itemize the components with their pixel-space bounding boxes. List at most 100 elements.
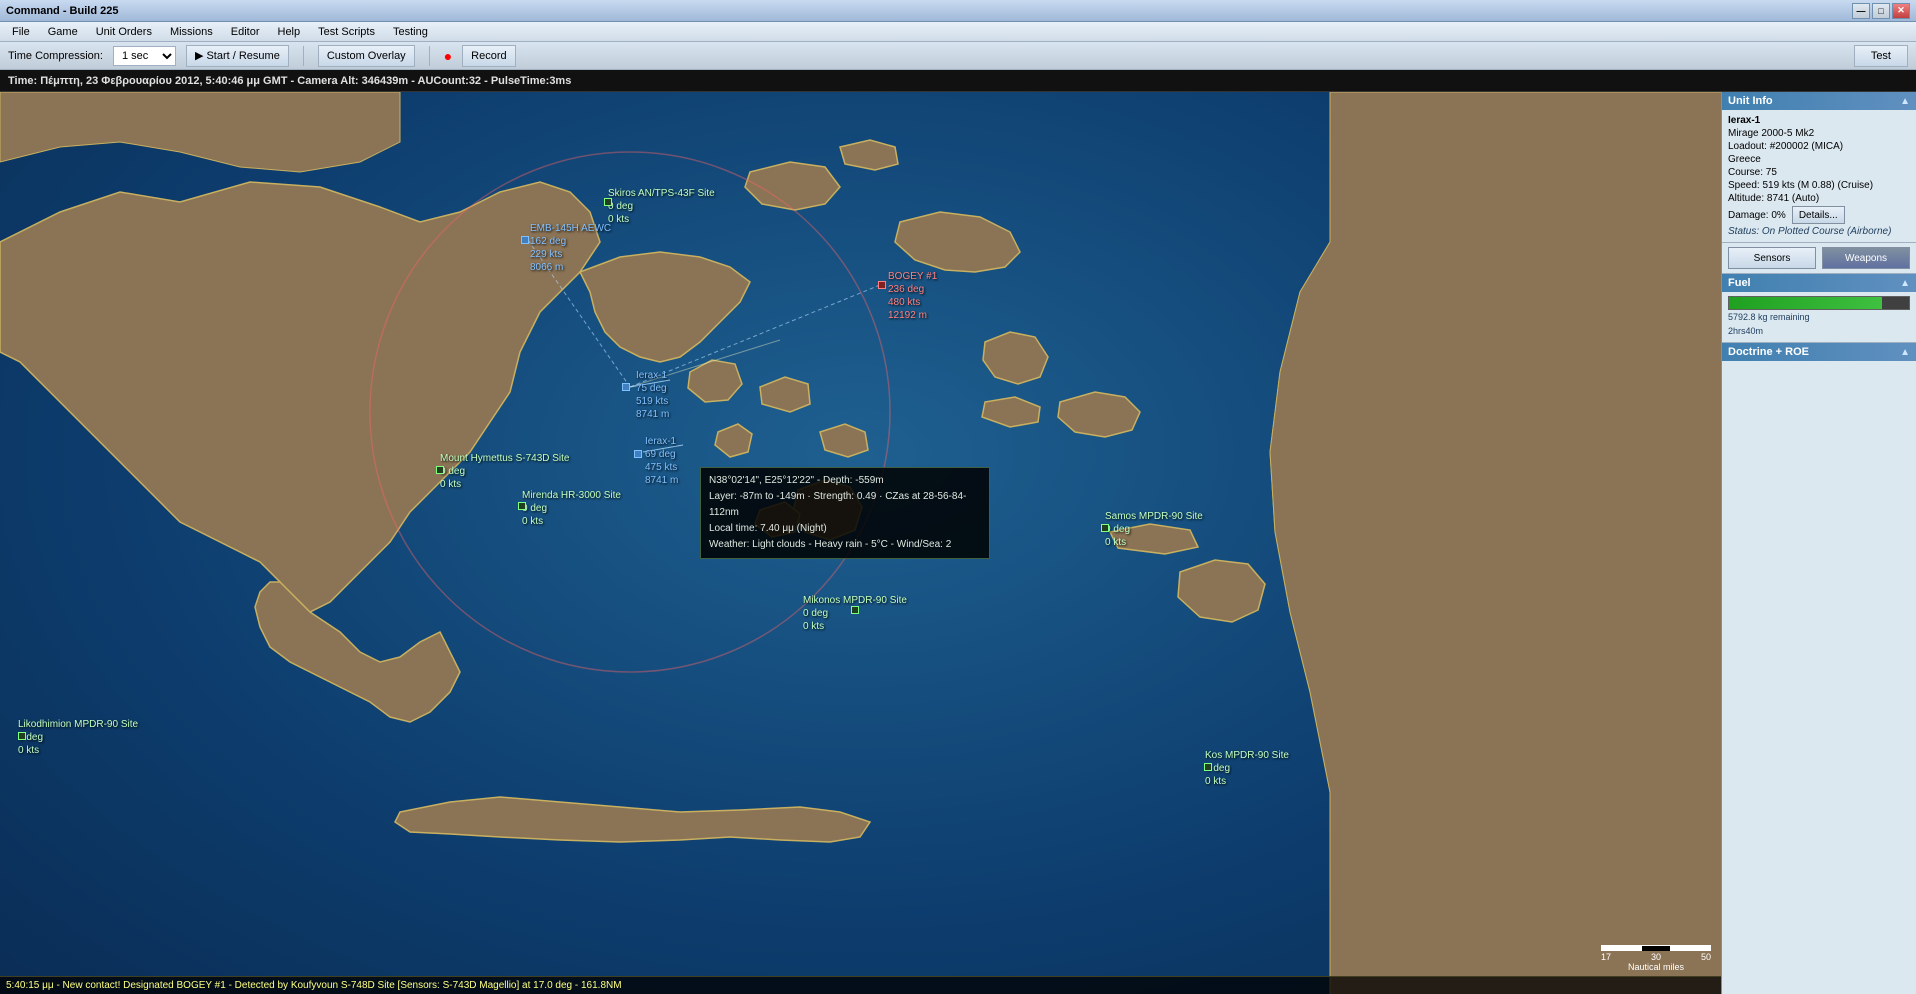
unit-mount-hymettus-dot[interactable]: [436, 466, 444, 474]
maximize-button[interactable]: □: [1872, 3, 1890, 19]
unit-speed: Speed: 519 kts (M 0.88) (Cruise): [1728, 180, 1873, 191]
minimize-button[interactable]: —: [1852, 3, 1870, 19]
menu-game[interactable]: Game: [40, 24, 86, 40]
unit-mirenda[interactable]: Mirenda HR-3000 Site 0 deg 0 kts: [522, 489, 621, 528]
unit-kos-dot[interactable]: [1204, 763, 1212, 771]
scale-val-1: 17: [1601, 952, 1611, 962]
fuel-expand[interactable]: ▲: [1900, 278, 1910, 289]
test-button[interactable]: Test: [1854, 45, 1908, 67]
record-button[interactable]: Record: [462, 45, 515, 67]
close-button[interactable]: ✕: [1892, 3, 1910, 19]
unit-country-row: Greece: [1728, 153, 1910, 166]
unit-ierax1a-alt: 8741 m: [636, 408, 669, 421]
unit-ierax1b-alt: 8741 m: [645, 474, 678, 487]
unit-name: Ierax-1: [1728, 115, 1760, 126]
unit-skiros-dot[interactable]: [604, 198, 612, 206]
scale-seg-3: [1671, 945, 1711, 951]
menu-testing[interactable]: Testing: [385, 24, 436, 40]
unit-likodhimion-course: 0 deg: [18, 731, 138, 744]
unit-kos-course: 0 deg: [1205, 762, 1289, 775]
time-compression-label: Time Compression:: [8, 50, 103, 62]
unit-ierax1b[interactable]: Ierax-1 69 deg 475 kts 8741 m: [645, 435, 678, 487]
unit-damage-row: Damage: 0% Details...: [1728, 205, 1910, 225]
unit-skiros-speed: 0 kts: [608, 213, 715, 226]
record-dot-icon: ●: [444, 49, 452, 63]
menu-unit-orders[interactable]: Unit Orders: [88, 24, 160, 40]
titlebar: Command - Build 225 — □ ✕: [0, 0, 1916, 22]
unit-likodhimion-dot[interactable]: [18, 732, 26, 740]
unit-type-row: Mirage 2000-5 Mk2: [1728, 127, 1910, 140]
unit-emb145h-name: EMB-145H AEWC: [530, 222, 611, 235]
right-panel: Unit Info ▲ Ierax-1 Mirage 2000-5 Mk2 Lo…: [1721, 92, 1916, 994]
unit-country: Greece: [1728, 154, 1761, 165]
unit-bogey1[interactable]: BOGEY #1 236 deg 480 kts 12192 m: [888, 270, 937, 322]
unit-samos-name: Samos MPDR-90 Site: [1105, 510, 1203, 523]
weapons-button[interactable]: Weapons: [1822, 247, 1910, 269]
unit-speed-row: Speed: 519 kts (M 0.88) (Cruise): [1728, 179, 1910, 192]
window-title: Command - Build 225: [6, 5, 118, 17]
details-button[interactable]: Details...: [1792, 206, 1845, 224]
unit-ierax1b-speed: 475 kts: [645, 461, 678, 474]
unit-info-expand[interactable]: ▲: [1900, 96, 1910, 107]
unit-altitude: Altitude: 8741 (Auto): [1728, 193, 1819, 204]
doctrine-expand[interactable]: ▲: [1900, 347, 1910, 358]
menu-editor[interactable]: Editor: [223, 24, 268, 40]
sensors-weapons-row: Sensors Weapons: [1722, 243, 1916, 274]
scale-seg-2: [1641, 945, 1671, 951]
fuel-header: Fuel ▲: [1722, 274, 1916, 292]
unit-ierax1a-name: Ierax-1: [636, 369, 669, 382]
unit-loadout-row: Loadout: #200002 (MICA): [1728, 140, 1910, 153]
scale-unit-label: Nautical miles: [1601, 962, 1711, 972]
unit-emb145h-dot[interactable]: [521, 236, 529, 244]
unit-altitude-row: Altitude: 8741 (Auto): [1728, 192, 1910, 205]
unit-mikonos-dot[interactable]: [851, 606, 859, 614]
doctrine-header-label: Doctrine + ROE: [1728, 346, 1809, 358]
unit-samos[interactable]: Samos MPDR-90 Site 0 deg 0 kts: [1105, 510, 1203, 549]
scale-bar: 17 30 50 Nautical miles: [1601, 945, 1711, 972]
unit-kos-speed: 0 kts: [1205, 775, 1289, 788]
unit-ierax1a-dot[interactable]: [622, 383, 630, 391]
start-resume-button[interactable]: ▶ Start / Resume: [186, 45, 289, 67]
unit-bogey1-name: BOGEY #1: [888, 270, 937, 283]
unit-kos[interactable]: Kos MPDR-90 Site 0 deg 0 kts: [1205, 749, 1289, 788]
fuel-bar-fill: [1729, 297, 1882, 309]
unit-samos-dot[interactable]: [1101, 524, 1109, 532]
unit-likodhimion[interactable]: Likodhimion MPDR-90 Site 0 deg 0 kts: [18, 718, 138, 757]
unit-emb145h[interactable]: EMB-145H AEWC 162 deg 229 kts 8066 m: [530, 222, 611, 274]
statusbar: Time: Πέμπτη, 23 Φεβρουαρίου 2012, 5:40:…: [0, 70, 1916, 92]
main-area: Skiros AN/TPS-43F Site 0 deg 0 kts EMB-1…: [0, 92, 1916, 994]
menu-file[interactable]: File: [4, 24, 38, 40]
unit-bogey1-dot[interactable]: [878, 281, 886, 289]
map[interactable]: Skiros AN/TPS-43F Site 0 deg 0 kts EMB-1…: [0, 92, 1721, 994]
unit-samos-speed: 0 kts: [1105, 536, 1203, 549]
scale-val-3: 50: [1701, 952, 1711, 962]
unit-damage: Damage: 0%: [1728, 210, 1786, 221]
custom-overlay-button[interactable]: Custom Overlay: [318, 45, 415, 67]
toolbar: Time Compression: 1 sec 5 sec 15 sec 30 …: [0, 42, 1916, 70]
unit-status-row: Status: On Plotted Course (Airborne): [1728, 225, 1910, 238]
unit-type: Mirage 2000-5 Mk2: [1728, 128, 1814, 139]
menu-missions[interactable]: Missions: [162, 24, 221, 40]
unit-info-content: Ierax-1 Mirage 2000-5 Mk2 Loadout: #2000…: [1722, 110, 1916, 243]
unit-info-header: Unit Info ▲: [1722, 92, 1916, 110]
unit-ierax1b-dot[interactable]: [634, 450, 642, 458]
unit-ierax1a[interactable]: Ierax-1 75 deg 519 kts 8741 m: [636, 369, 669, 421]
scale-labels: 17 30 50: [1601, 952, 1711, 962]
fuel-time: 2hrs40m: [1728, 324, 1910, 338]
unit-mount-hymettus-name: Mount Hymettus S-743D Site: [440, 452, 570, 465]
unit-skiros-course: 0 deg: [608, 200, 715, 213]
time-compression-select[interactable]: 1 sec 5 sec 15 sec 30 sec: [113, 46, 176, 66]
sensors-button[interactable]: Sensors: [1728, 247, 1816, 269]
unit-mikonos-speed: 0 kts: [803, 620, 907, 633]
menu-test-scripts[interactable]: Test Scripts: [310, 24, 383, 40]
unit-skiros[interactable]: Skiros AN/TPS-43F Site 0 deg 0 kts: [608, 187, 715, 226]
unit-mirenda-dot[interactable]: [518, 502, 526, 510]
doctrine-content: [1722, 361, 1916, 994]
menu-help[interactable]: Help: [270, 24, 309, 40]
unit-mirenda-course: 0 deg: [522, 502, 621, 515]
unit-mount-hymettus[interactable]: Mount Hymettus S-743D Site 0 deg 0 kts: [440, 452, 570, 491]
unit-bogey1-speed: 480 kts: [888, 296, 937, 309]
unit-ierax1a-speed: 519 kts: [636, 395, 669, 408]
fuel-content: 5792.8 kg remaining 2hrs40m: [1722, 292, 1916, 343]
unit-info-header-label: Unit Info: [1728, 95, 1773, 107]
